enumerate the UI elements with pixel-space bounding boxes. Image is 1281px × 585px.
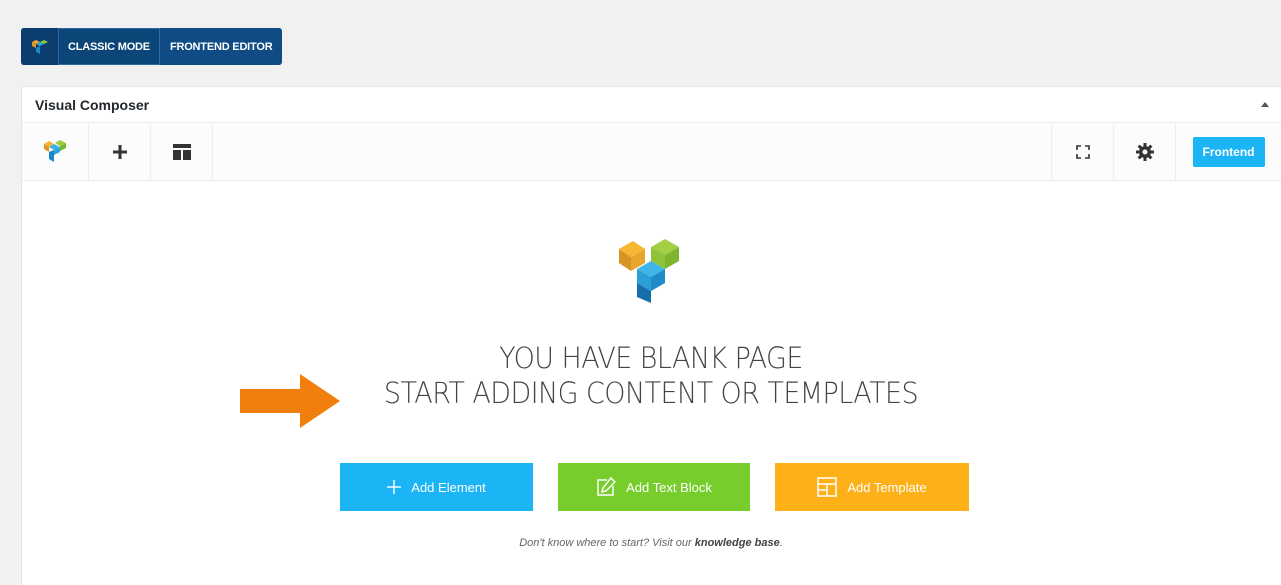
annotation-arrow-icon [240, 374, 340, 433]
panel-header: Visual Composer [22, 87, 1281, 123]
blank-page-actions: Add Element Add Text Block Add Template [340, 463, 994, 511]
visual-composer-panel: Visual Composer Frontend YOU HAVE BLANK … [21, 86, 1281, 585]
add-element-label: Add Element [411, 479, 486, 495]
add-text-block-label: Add Text Block [626, 479, 712, 495]
hint-prefix: Don't know where to start? Visit our [519, 537, 695, 549]
classic-mode-button[interactable]: CLASSIC MODE [58, 28, 160, 65]
blank-page-headline: YOU HAVE BLANK PAGE START ADDING CONTENT… [22, 341, 1280, 411]
template-icon [817, 477, 838, 497]
composer-toolbar: Frontend [22, 123, 1281, 181]
add-element-button[interactable]: Add Element [340, 463, 533, 511]
blank-page-area: YOU HAVE BLANK PAGE START ADDING CONTENT… [22, 182, 1281, 585]
headline-line-1: YOU HAVE BLANK PAGE [499, 341, 803, 375]
gear-icon[interactable] [1113, 123, 1175, 180]
hint-suffix: . [779, 537, 783, 549]
edit-icon [596, 477, 617, 497]
add-template-label: Add Template [847, 479, 927, 495]
vc-logo-icon[interactable] [22, 123, 89, 180]
frontend-editor-button[interactable]: FRONTEND EDITOR [160, 28, 283, 65]
panel-title: Visual Composer [35, 96, 150, 113]
frontend-button-wrap: Frontend [1175, 123, 1281, 180]
add-template-button[interactable]: Add Template [775, 463, 969, 511]
plus-icon [387, 480, 402, 494]
knowledge-base-link[interactable]: knowledge base [695, 537, 780, 549]
fullscreen-icon[interactable] [1051, 123, 1113, 180]
add-text-block-button[interactable]: Add Text Block [558, 463, 750, 511]
editor-mode-switch: CLASSIC MODE FRONTEND EDITOR [21, 28, 283, 65]
vc-big-logo-icon [617, 239, 687, 310]
add-element-plus-icon[interactable] [89, 123, 151, 180]
vc-logo-icon[interactable] [21, 28, 58, 65]
collapse-arrow-icon[interactable] [1261, 102, 1269, 107]
template-layout-icon[interactable] [151, 123, 213, 180]
frontend-button[interactable]: Frontend [1192, 136, 1265, 167]
help-hint: Don't know where to start? Visit our kno… [22, 537, 1280, 549]
